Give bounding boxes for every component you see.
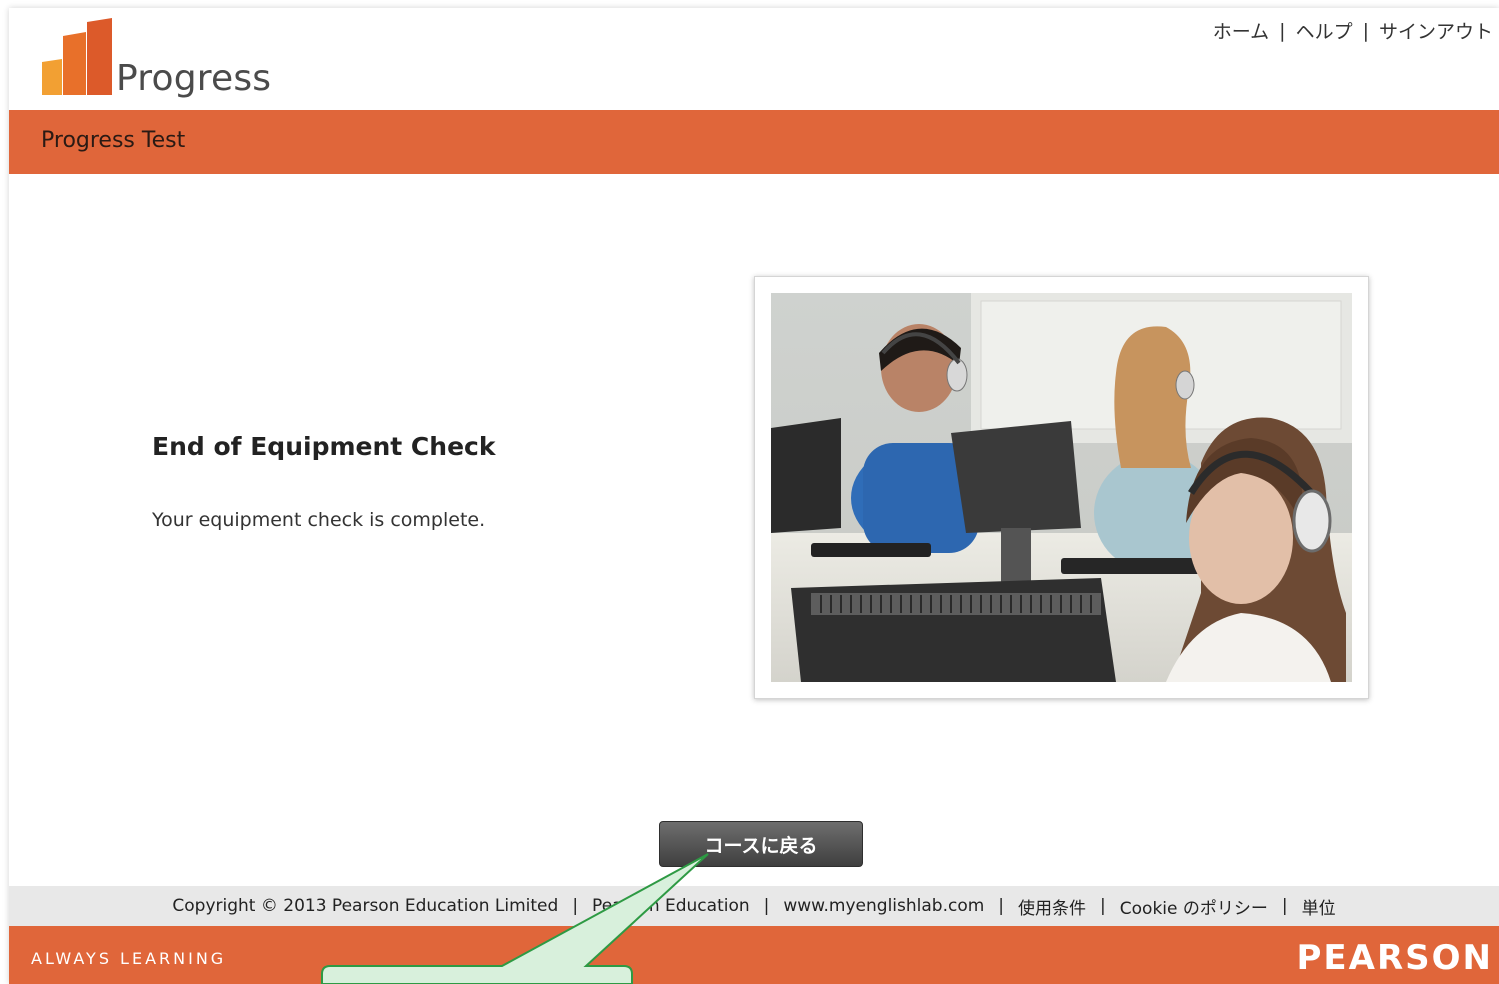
progress-logo[interactable]: Progress <box>42 18 282 108</box>
footer-link-myenglishlab[interactable]: www.myenglishlab.com <box>783 896 984 916</box>
footer-link-units[interactable]: 単位 <box>1302 894 1336 919</box>
footer-link-terms[interactable]: 使用条件 <box>1018 894 1086 919</box>
copyright-text: Copyright © 2013 Pearson Education Limit… <box>172 896 559 916</box>
nav-help-link[interactable]: ヘルプ <box>1296 17 1353 44</box>
back-to-course-button[interactable]: コースに戻る <box>659 821 863 867</box>
nav-home-link[interactable]: ホーム <box>1213 17 1269 44</box>
footer-separator: | <box>998 896 1005 916</box>
status-message: Your equipment check is complete. <box>152 509 486 531</box>
footer-separator: | <box>1100 896 1106 916</box>
nav-separator: | <box>1279 19 1286 42</box>
nav-sign-out-link[interactable]: サインアウト <box>1379 17 1493 44</box>
section-heading: End of Equipment Check <box>152 432 496 461</box>
footer-separator: | <box>572 896 579 916</box>
bottom-bar: ALWAYS LEARNING PEARSON <box>9 926 1499 984</box>
students-with-headphones-photo <box>771 293 1352 682</box>
logo-text: Progress <box>116 58 272 99</box>
nav-separator: | <box>1362 19 1369 42</box>
footer-link-pearson-education[interactable]: Pearson Education <box>592 896 750 916</box>
footer-separator: | <box>1281 896 1288 916</box>
title-bar: Progress Test <box>9 110 1499 174</box>
progress-bars-icon <box>42 18 112 95</box>
photo-frame <box>754 276 1369 699</box>
footer-separator: | <box>763 896 770 916</box>
tagline: ALWAYS LEARNING <box>31 949 227 968</box>
pearson-logo: PEARSON <box>1296 938 1493 978</box>
top-nav: ホーム | ヘルプ | サインアウト <box>1213 17 1493 44</box>
page-title: Progress Test <box>41 128 186 153</box>
footer-links: Copyright © 2013 Pearson Education Limit… <box>9 886 1499 926</box>
footer-link-cookie-policy[interactable]: Cookie のポリシー <box>1120 894 1268 919</box>
